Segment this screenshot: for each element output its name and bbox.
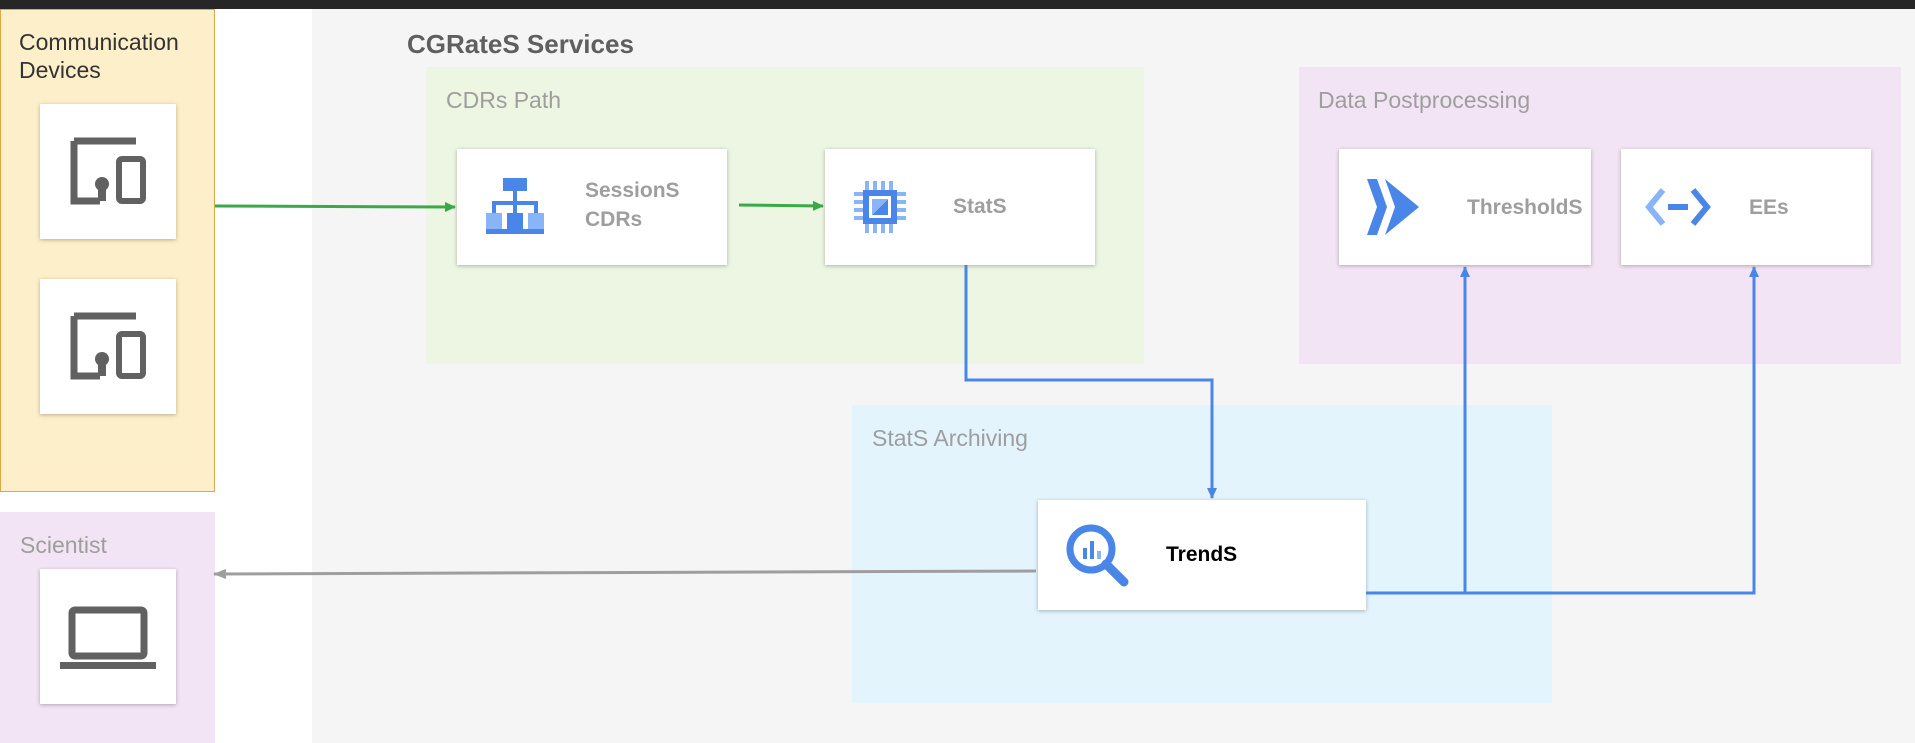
connectors <box>213 200 1759 595</box>
trends-to-scientist-arrow <box>213 568 1037 579</box>
devices-to-sessions-arrow <box>214 201 456 212</box>
sessions-to-stats-arrow <box>738 200 824 211</box>
stats-to-trends-arrow <box>964 265 1217 499</box>
trends-to-ees-arrow <box>1465 266 1759 595</box>
trends-to-thresholds-arrow <box>1366 266 1470 595</box>
